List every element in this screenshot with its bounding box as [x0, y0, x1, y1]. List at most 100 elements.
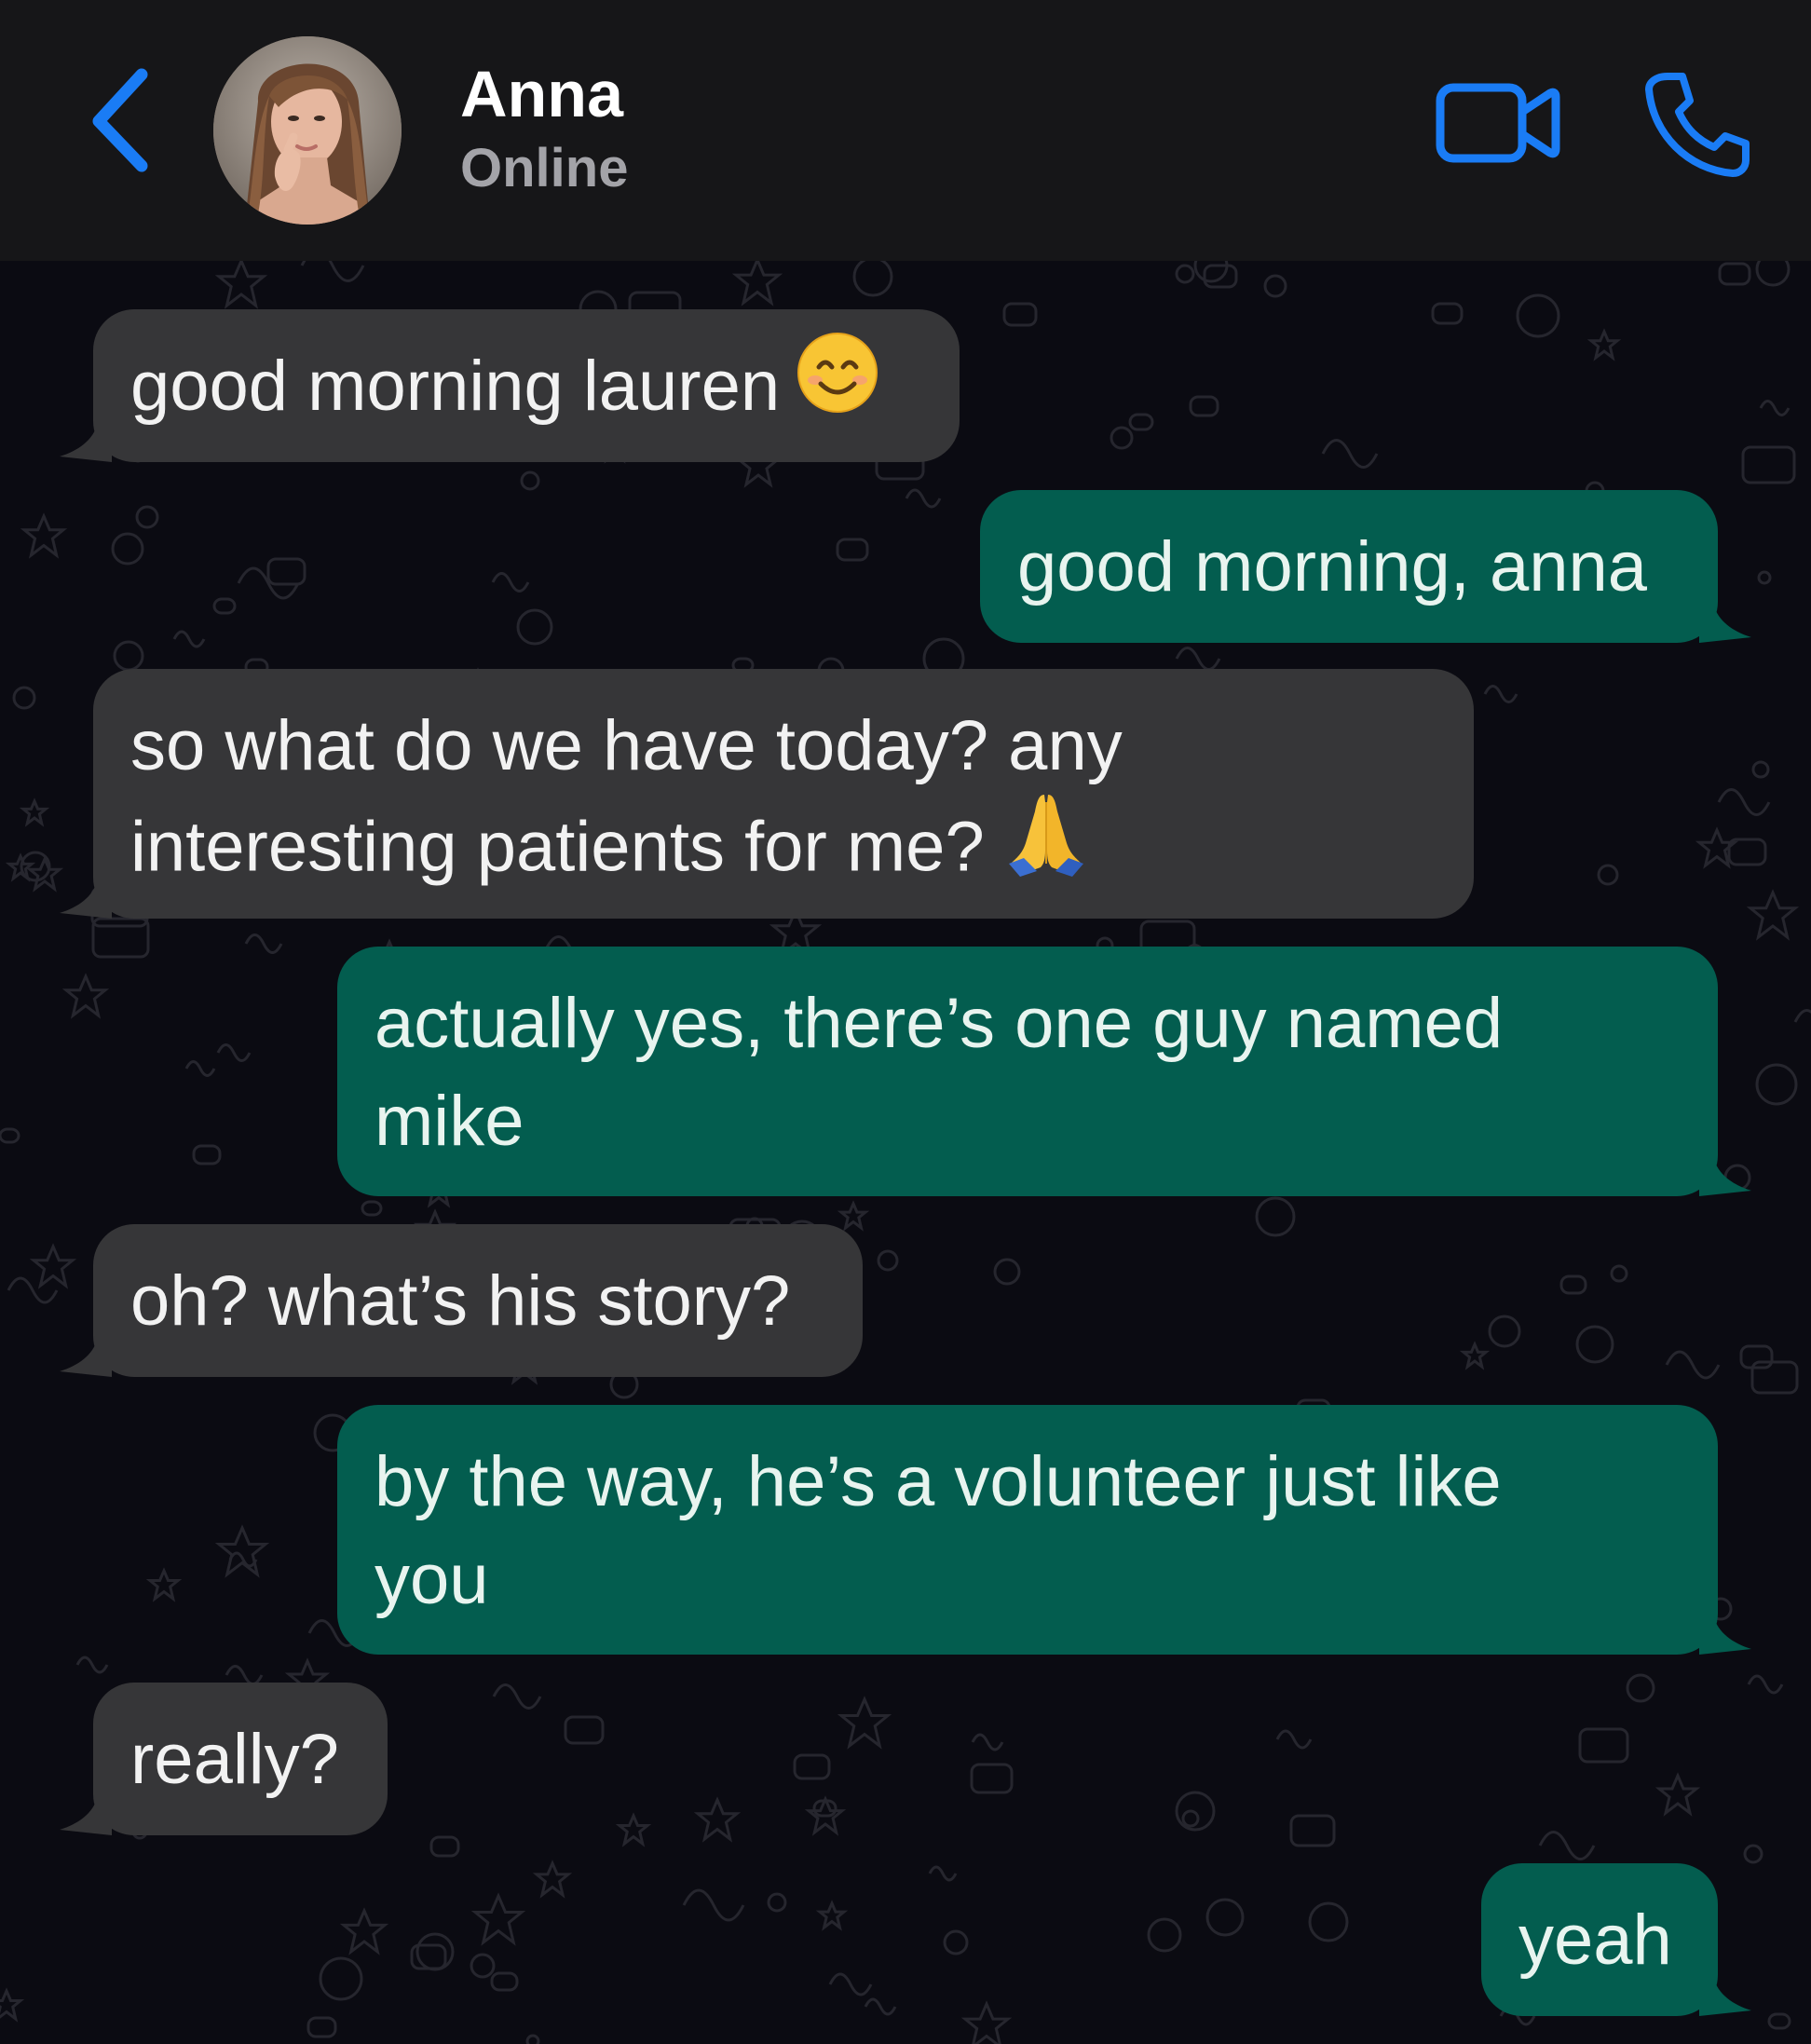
- wallpaper-doodle: [1205, 1898, 1245, 1937]
- wallpaper-doodle: [693, 1796, 742, 1843]
- bubble-tail: [1699, 1617, 1751, 1655]
- wallpaper-doodle: [29, 1243, 77, 1289]
- message-incoming[interactable]: good morning lauren: [93, 309, 960, 462]
- message-incoming[interactable]: oh? what’s his story?: [93, 1224, 863, 1377]
- message-outgoing[interactable]: actually yes, there’s one guy named mike: [337, 947, 1718, 1196]
- wallpaper-doodle: [615, 1812, 652, 1847]
- chevron-left-icon: [92, 68, 148, 172]
- message-outgoing[interactable]: by the way, he’s a volunteer just like y…: [337, 1405, 1718, 1655]
- wallpaper-doodle: [266, 557, 306, 586]
- wallpaper-doodle: [1757, 570, 1772, 585]
- wallpaper-doodle: [1755, 1063, 1798, 1106]
- wallpaper-doodle: [993, 1258, 1021, 1286]
- wallpaper-doodle: [852, 261, 893, 297]
- wallpaper-doodle: [214, 261, 268, 309]
- wallpaper-doodle: [7, 1276, 59, 1304]
- video-call-button[interactable]: [1435, 75, 1565, 168]
- wallpaper-doodle: [1321, 439, 1379, 469]
- wallpaper-doodle: [1747, 1674, 1784, 1695]
- wallpaper-doodle: [1181, 1809, 1200, 1828]
- wallpaper-doodle: [532, 1860, 573, 1899]
- wallpaper-doodle: [837, 1200, 870, 1232]
- wallpaper-doodle: [470, 1953, 496, 1979]
- wallpaper-doodle: [61, 973, 110, 1019]
- wallpaper-doodle: [943, 1929, 969, 1955]
- wallpaper-doodle: [1759, 400, 1791, 416]
- message-text: oh? what’s his story?: [130, 1261, 791, 1341]
- wallpaper-doodle: [19, 797, 50, 827]
- message-text: good morning lauren: [130, 347, 781, 426]
- message-text: so what do we have today? any interestin…: [130, 706, 1123, 887]
- wallpaper-doodle: [1193, 261, 1229, 283]
- bubble-tail: [60, 1798, 112, 1835]
- wallpaper-doodle: [1175, 264, 1195, 284]
- wallpaper-doodle: [20, 512, 68, 559]
- wallpaper-doodle: [145, 1567, 183, 1602]
- bubble-tail: [60, 1340, 112, 1377]
- wallpaper-doodle: [75, 1656, 109, 1674]
- wallpaper-doodle: [319, 1956, 363, 2001]
- phone-icon: [1645, 73, 1750, 177]
- bubble-tail: [60, 881, 112, 919]
- voice-call-button[interactable]: [1640, 69, 1751, 181]
- wallpaper-doodle: [12, 686, 36, 710]
- message-outgoing[interactable]: yeah: [1481, 1863, 1718, 2016]
- wallpaper-doodle: [815, 1900, 849, 1931]
- wallpaper-doodle: [1255, 1196, 1296, 1237]
- wallpaper-doodle: [1610, 1264, 1628, 1283]
- wallpaper-doodle: [244, 933, 283, 954]
- wallpaper-doodle: [300, 261, 365, 282]
- wallpaper-doodle: [1743, 1844, 1763, 1864]
- message-incoming[interactable]: so what do we have today? any interestin…: [93, 669, 1474, 919]
- wallpaper-doodle: [184, 1060, 216, 1077]
- message-incoming[interactable]: really?: [93, 1683, 388, 1835]
- wallpaper-doodle: [828, 1972, 873, 1996]
- message-text: by the way, he’s a volunteer just like y…: [374, 1442, 1502, 1619]
- message-text: good morning, anna: [1017, 527, 1648, 606]
- wallpaper-doodle: [1626, 1673, 1655, 1703]
- wallpaper-doodle: [1718, 262, 1751, 286]
- wallpaper-doodle: [1739, 1344, 1774, 1369]
- wallpaper-doodle: [361, 1200, 383, 1217]
- wallpaper-doodle: [1002, 302, 1038, 327]
- wallpaper-doodle: [212, 597, 237, 615]
- wallpaper-doodle: [1459, 1341, 1491, 1370]
- wallpaper-doodle: [491, 572, 530, 593]
- wallpaper-doodle: [1575, 1325, 1614, 1364]
- wallpaper-doodle: [905, 488, 942, 509]
- chat-screen: Anna Online good morning lauren good mor…: [0, 0, 1811, 2044]
- wallpaper-doodle: [1483, 685, 1518, 703]
- wallpaper-doodle: [192, 1144, 222, 1165]
- avatar[interactable]: [213, 36, 402, 225]
- wallpaper-doodle: [1110, 426, 1134, 450]
- wallpaper-doodle: [971, 1733, 1004, 1751]
- wallpaper-doodle: [1755, 261, 1791, 287]
- wallpaper-doodle: [1746, 889, 1800, 941]
- wallpaper-doodle: [520, 470, 540, 491]
- wallpaper-doodle: [1665, 1350, 1721, 1380]
- video-camera-icon: [1436, 83, 1560, 163]
- contact-name[interactable]: Anna: [460, 54, 623, 134]
- wallpaper-doodle: [564, 1715, 605, 1745]
- wallpaper-doodle: [1275, 1729, 1313, 1750]
- message-outgoing[interactable]: good morning, anna: [980, 490, 1718, 643]
- folded-hands-emoji-icon: [1001, 789, 1091, 904]
- wallpaper-doodle: [1597, 864, 1619, 886]
- wallpaper-doodle: [306, 2016, 337, 2038]
- wallpaper-doodle: [0, 1127, 20, 1144]
- wallpaper-doodle: [1767, 2012, 1791, 2030]
- wallpaper-doodle: [682, 1888, 745, 1922]
- back-button[interactable]: [82, 60, 166, 181]
- wallpaper-doodle: [1147, 1917, 1182, 1953]
- wallpaper-doodle: [1559, 1274, 1587, 1295]
- wallpaper-doodle: [928, 1865, 958, 1882]
- wallpaper-doodle: [216, 1043, 252, 1062]
- wallpaper-doodle: [1175, 647, 1221, 671]
- wallpaper-doodle: [767, 1892, 787, 1913]
- wallpaper-doodle: [1289, 1814, 1336, 1847]
- message-list[interactable]: good morning lauren good morning, anna s…: [0, 261, 1811, 2044]
- bubble-tail: [60, 425, 112, 462]
- wallpaper-doodle: [731, 261, 783, 307]
- wallpaper-doodle: [135, 505, 159, 529]
- wallpaper-doodle: [1586, 328, 1622, 361]
